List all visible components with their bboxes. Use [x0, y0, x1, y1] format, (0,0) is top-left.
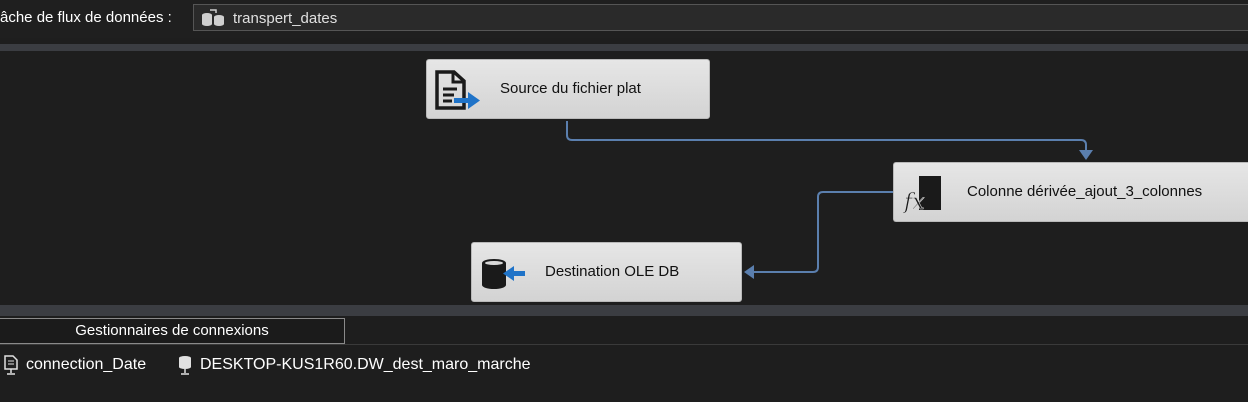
task-toolbar: âche de flux de données : transpert_date…	[0, 0, 1248, 38]
flat-file-source-icon	[434, 70, 484, 116]
derived-column-node[interactable]: fx fx Colonne dérivée_ajout_3_colonnes	[893, 162, 1248, 222]
designer-bottom-separator	[0, 305, 1248, 316]
path-arrowhead	[744, 265, 754, 279]
task-selector[interactable]: transpert_dates	[193, 4, 1248, 31]
ole-db-destination-label: Destination OLE DB	[545, 263, 680, 280]
ole-db-destination-node[interactable]: Destination OLE DB	[471, 242, 742, 302]
derived-column-fx-icon: fx fx	[902, 173, 951, 219]
path-source-to-derived	[566, 121, 1087, 150]
connection-managers-tab[interactable]: Gestionnaires de connexions	[0, 318, 345, 344]
flat-file-connection-icon	[4, 355, 18, 375]
task-label: âche de flux de données :	[0, 9, 172, 26]
ole-db-connection-icon	[179, 356, 191, 375]
task-name: transpert_dates	[233, 10, 338, 27]
data-flow-canvas[interactable]: Source du fichier plat fx fx Colonne dér…	[0, 51, 1248, 305]
data-flow-task-icon	[200, 9, 226, 32]
connection-item-label: DESKTOP-KUS1R60.DW_dest_maro_marche	[200, 356, 531, 373]
ole-db-destination-icon	[479, 253, 529, 299]
path-arrowhead	[1079, 150, 1093, 160]
designer-top-separator	[0, 44, 1248, 51]
flat-file-source-label: Source du fichier plat	[500, 80, 641, 97]
derived-column-label: Colonne dérivée_ajout_3_colonnes	[967, 183, 1203, 200]
path-derived-to-destination	[754, 191, 893, 273]
flat-file-source-node[interactable]: Source du fichier plat	[426, 59, 710, 119]
connection-managers-panel: connection_Date DESKTOP-KUS1R60.DW_dest_…	[0, 344, 1248, 402]
svg-text:fx: fx	[903, 190, 925, 215]
connection-item-label: connection_Date	[26, 356, 147, 373]
